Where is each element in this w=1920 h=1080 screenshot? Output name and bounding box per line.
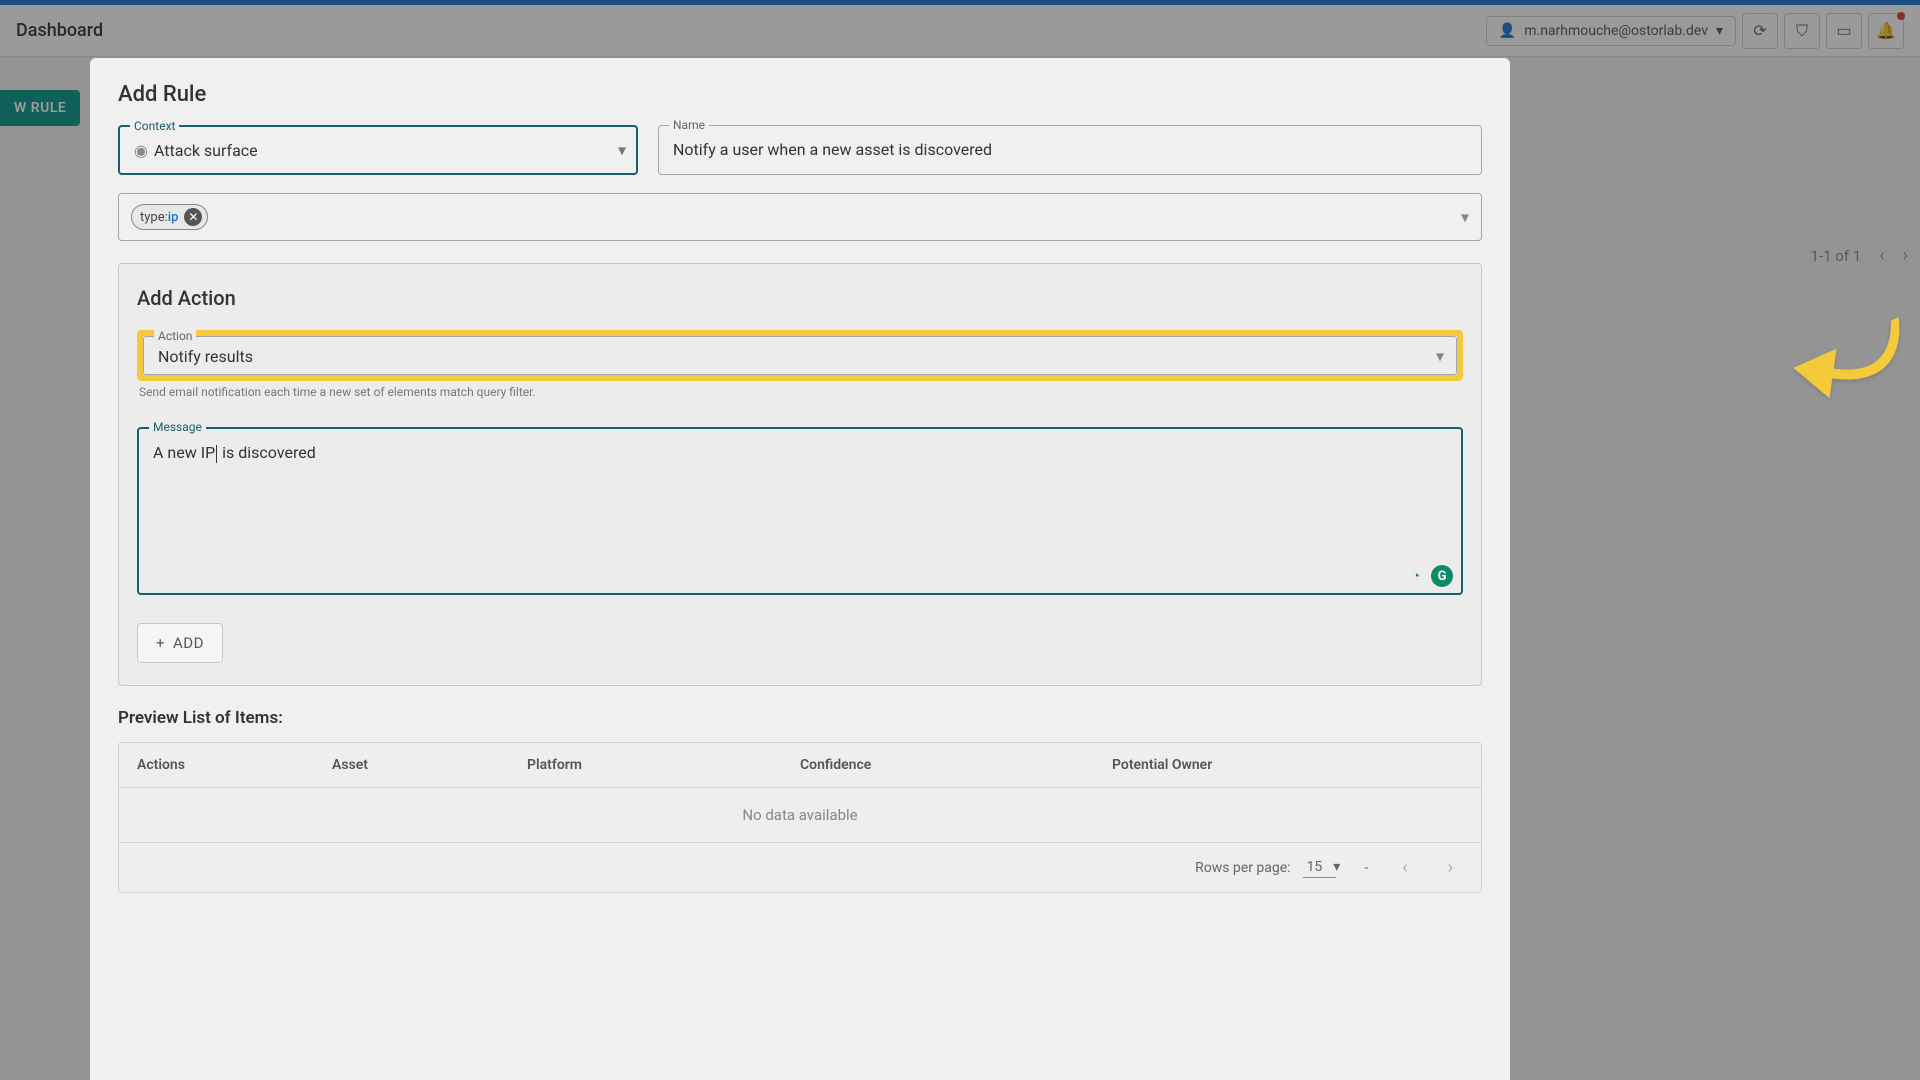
col-potential-owner: Potential Owner <box>1112 757 1463 773</box>
action-label: Action <box>154 329 196 343</box>
chevron-down-icon <box>618 141 626 160</box>
chevron-down-icon <box>1461 208 1469 227</box>
prev-page-button[interactable]: ‹ <box>1396 857 1413 878</box>
chip-key: type: <box>140 210 168 225</box>
rows-per-page-select[interactable]: 15 <box>1303 857 1337 878</box>
col-actions: Actions <box>137 757 332 773</box>
annotation-arrow-icon <box>1790 300 1900 424</box>
chevron-down-icon <box>1333 859 1340 875</box>
grammarly-icon[interactable]: G <box>1431 565 1453 587</box>
message-label: Message <box>149 420 206 434</box>
chip-remove-icon[interactable]: ✕ <box>184 208 202 226</box>
context-value: Attack surface <box>154 141 258 160</box>
table-header: Actions Asset Platform Confidence Potent… <box>119 743 1481 788</box>
filter-input[interactable]: type:ip ✕ <box>118 193 1482 241</box>
plus-icon: + <box>156 634 165 652</box>
action-card: Add Action Action Notify results Send em… <box>118 263 1482 686</box>
modal-title: Add Rule <box>118 82 1482 107</box>
action-help-text: Send email notification each time a new … <box>137 385 1463 399</box>
preview-title: Preview List of Items: <box>118 708 1482 728</box>
action-value: Notify results <box>144 337 1456 374</box>
add-rule-modal: Add Rule Context ◉ Attack surface Name N… <box>90 58 1510 1080</box>
message-text-post: is discovered <box>218 443 316 462</box>
rows-per-page-label: Rows per page: <box>1195 860 1290 876</box>
preview-table: Actions Asset Platform Confidence Potent… <box>118 742 1482 893</box>
table-footer: Rows per page: 15 - ‹ › <box>119 843 1481 892</box>
col-platform: Platform <box>527 757 800 773</box>
name-input[interactable]: Name Notify a user when a new asset is d… <box>658 125 1482 175</box>
chip-value: ip <box>168 210 179 225</box>
action-select[interactable]: Action Notify results <box>143 336 1457 375</box>
chevron-down-icon <box>1436 346 1444 365</box>
col-asset: Asset <box>332 757 527 773</box>
grammarly-tone-icon[interactable]: ◔ <box>1405 565 1427 587</box>
rows-per-page-value: 15 <box>1307 859 1323 875</box>
col-confidence: Confidence <box>800 757 1112 773</box>
name-label: Name <box>669 118 709 132</box>
fingerprint-icon: ◉ <box>134 141 148 160</box>
page-range: - <box>1364 860 1368 876</box>
next-page-button[interactable]: › <box>1442 857 1459 878</box>
action-select-highlight: Action Notify results <box>137 330 1463 381</box>
message-text-pre: A new IP <box>153 443 215 462</box>
context-label: Context <box>130 119 179 133</box>
message-textarea[interactable]: Message A new IP is discovered ◔ G <box>137 427 1463 595</box>
table-empty-text: No data available <box>119 788 1481 843</box>
action-section-title: Add Action <box>137 286 1463 310</box>
context-select[interactable]: Context ◉ Attack surface <box>118 125 638 175</box>
name-value: Notify a user when a new asset is discov… <box>673 140 992 159</box>
filter-chip-type[interactable]: type:ip ✕ <box>131 204 208 230</box>
add-button-label: ADD <box>173 634 204 652</box>
add-action-button[interactable]: + ADD <box>137 623 223 663</box>
